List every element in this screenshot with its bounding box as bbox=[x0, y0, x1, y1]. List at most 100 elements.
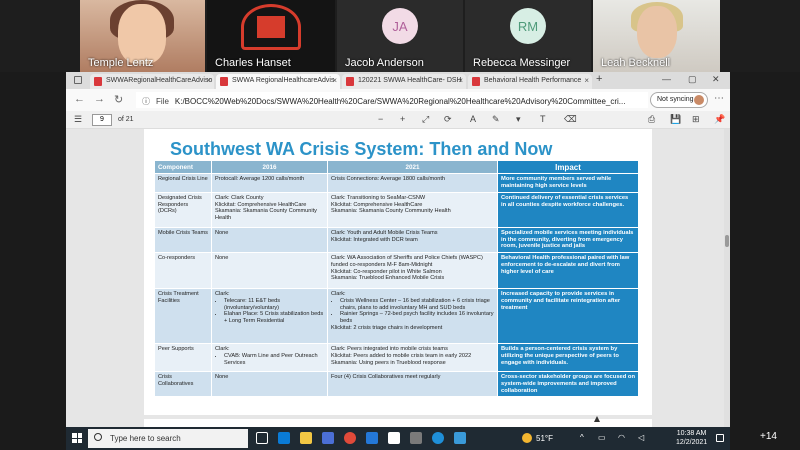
close-window-icon[interactable]: ✕ bbox=[712, 74, 720, 85]
cell-line: Protocall: Average 1200 calls/month bbox=[215, 176, 305, 182]
tab-label: SWWA RegionalHealthcareAdvis bbox=[232, 77, 335, 84]
add-text-icon[interactable]: T bbox=[540, 114, 546, 124]
cell-2021: Crisis Connections: Average 1800 calls/m… bbox=[327, 173, 498, 193]
cell-2016: None bbox=[211, 252, 328, 290]
browser-tab-active[interactable]: SWWA RegionalHealthcareAdvis × bbox=[216, 74, 340, 89]
edge-icon[interactable] bbox=[432, 432, 444, 444]
participant-tile[interactable]: RM Rebecca Messinger bbox=[465, 0, 591, 72]
sync-label: Not syncing bbox=[657, 96, 694, 103]
impact-cell: Specialized mobile services meeting indi… bbox=[497, 226, 639, 254]
cell-2016: Clark: Telecare: 11 E&T beds (involuntar… bbox=[211, 288, 328, 345]
new-tab-icon[interactable]: + bbox=[596, 73, 602, 85]
list-item: CVAB: Warm Line and Peer Outreach Servic… bbox=[224, 353, 324, 366]
participant-tile[interactable]: JA Jacob Anderson bbox=[337, 0, 463, 72]
url-field[interactable]: ⓘ File K:/BOCC%20Web%20Docs/SWWA%20Health%… bbox=[136, 92, 648, 108]
scrollbar[interactable] bbox=[724, 129, 730, 427]
avatar bbox=[694, 95, 704, 105]
edge-icon[interactable] bbox=[278, 432, 290, 444]
network-icon[interactable]: ▭ bbox=[598, 433, 606, 442]
participant-tile[interactable]: Leah Becknell bbox=[593, 0, 720, 72]
save-as-icon[interactable]: ⊞ bbox=[692, 114, 700, 125]
back-icon[interactable]: ← bbox=[74, 93, 85, 105]
profile-sync-button[interactable]: Not syncing bbox=[650, 92, 708, 108]
tray-chevron-icon[interactable]: ^ bbox=[580, 433, 584, 442]
fit-page-icon[interactable]: ⤢ bbox=[422, 114, 429, 125]
windows-start-icon[interactable] bbox=[72, 433, 82, 443]
app-icon[interactable] bbox=[454, 432, 466, 444]
pdf-viewer[interactable]: Southwest WA Crisis System: Then and Now… bbox=[66, 129, 730, 427]
cell-line: Clark: bbox=[331, 291, 346, 298]
file-explorer-icon[interactable] bbox=[300, 432, 312, 444]
draw-icon[interactable]: ✎ bbox=[492, 114, 500, 125]
pdf-toolbar: ☰ 9 of 21 − + ⤢ ⟳ A ✎ ▾ T ⌫ ⎙ 💾 ⊞ 📌 bbox=[66, 111, 730, 129]
forward-icon[interactable]: → bbox=[94, 93, 105, 105]
pdf-icon bbox=[346, 77, 354, 86]
cell-2016: Protocall: Average 1200 calls/month bbox=[211, 173, 328, 193]
cell-line: Clark: bbox=[215, 346, 230, 353]
page-number-input[interactable]: 9 bbox=[92, 114, 112, 126]
close-tab-icon[interactable]: × bbox=[584, 76, 589, 85]
close-tab-icon[interactable]: × bbox=[332, 76, 337, 85]
app-icon[interactable] bbox=[410, 432, 422, 444]
contents-icon[interactable]: ☰ bbox=[74, 114, 82, 125]
weather-temp[interactable]: 51°F bbox=[536, 434, 553, 443]
zoom-in-icon[interactable]: + bbox=[400, 114, 405, 124]
highlight-icon[interactable]: ▾ bbox=[516, 114, 521, 125]
close-tab-icon[interactable]: × bbox=[458, 76, 463, 85]
zoom-out-icon[interactable]: − bbox=[378, 114, 383, 124]
participant-name: Leah Becknell bbox=[601, 57, 671, 69]
overflow-participants[interactable]: +14 bbox=[760, 431, 777, 442]
outlook-icon[interactable] bbox=[366, 432, 378, 444]
impact-cell: More community members served while main… bbox=[497, 173, 639, 193]
cell-line: Clark: Clark County bbox=[215, 195, 264, 201]
participant-tile[interactable]: Temple Lentz bbox=[80, 0, 205, 72]
browser-tab[interactable]: 120221 SWWA HealthCare- DSH × bbox=[342, 74, 466, 89]
scrollbar-thumb[interactable] bbox=[725, 235, 729, 247]
save-icon[interactable]: 💾 bbox=[670, 114, 681, 125]
maximize-icon[interactable]: ▢ bbox=[688, 74, 697, 85]
component-cell: Crisis Treatment Facilities bbox=[154, 288, 212, 345]
table-row: Co-responders None Clark: WA Association… bbox=[154, 252, 639, 290]
print-icon[interactable]: ⎙ bbox=[648, 114, 655, 125]
tab-bar: SWWARegionalHealthCareAdviso × SWWA Regi… bbox=[66, 72, 730, 89]
cell-line: Klickitat: 2 crisis triage chairs in dev… bbox=[331, 324, 443, 331]
taskbar-search[interactable]: Type here to search bbox=[88, 429, 248, 448]
clock[interactable]: 10:38 AM 12/2/2021 bbox=[676, 429, 707, 447]
wifi-icon[interactable]: ◠ bbox=[618, 433, 625, 442]
participant-name: Charles Hanset bbox=[215, 57, 291, 69]
participant-face bbox=[118, 4, 166, 64]
volume-icon[interactable]: ◁ bbox=[638, 433, 644, 442]
task-view-icon[interactable] bbox=[256, 432, 268, 444]
component-cell: Co-responders bbox=[154, 252, 212, 290]
close-tab-icon[interactable]: × bbox=[206, 76, 211, 85]
minimize-icon[interactable]: — bbox=[662, 74, 671, 84]
erase-icon[interactable]: ⌫ bbox=[564, 114, 577, 125]
impact-cell: Continued delivery of essential crisis s… bbox=[497, 192, 639, 228]
component-cell: Designated Crisis Responders (DCRs) bbox=[154, 192, 212, 228]
app-icon[interactable] bbox=[388, 432, 400, 444]
cell-line: Klickitat: Integrated with DCR team bbox=[331, 236, 418, 243]
info-icon: ⓘ bbox=[142, 97, 150, 106]
address-bar-row: ← → ↻ ⓘ File K:/BOCC%20Web%20Docs/SWWA%20H… bbox=[66, 89, 730, 111]
more-icon[interactable]: ⋯ bbox=[714, 93, 724, 104]
cell-line: Clark: Youth and Adult Mobile Crisis Tea… bbox=[331, 230, 438, 236]
teams-icon[interactable] bbox=[322, 432, 334, 444]
taskbar: Type here to search 51°F ^ ▭ ◠ ◁ 10:38 A… bbox=[66, 427, 730, 450]
participant-tile[interactable]: Charles Hanset bbox=[207, 0, 335, 72]
table-row: Mobile Crisis Teams None Clark: Youth an… bbox=[154, 226, 639, 254]
workspaces-icon[interactable] bbox=[74, 76, 82, 84]
refresh-icon[interactable]: ↻ bbox=[114, 93, 123, 106]
cell-2021: Clark: WA Association of Sheriffs and Po… bbox=[327, 252, 498, 290]
notification-icon[interactable] bbox=[716, 434, 724, 442]
component-cell: Crisis Collaboratives bbox=[154, 371, 212, 398]
cell-line: Klickitat: Peers added to mobile crisis … bbox=[331, 352, 472, 359]
chrome-icon[interactable] bbox=[344, 432, 356, 444]
pin-icon[interactable]: 📌 bbox=[714, 114, 725, 125]
table-row: Designated Crisis Responders (DCRs) Clar… bbox=[154, 192, 639, 228]
read-aloud-icon[interactable]: A bbox=[470, 114, 476, 124]
url-text: K:/BOCC%20Web%20Docs/SWWA%20Health%20Car… bbox=[174, 97, 626, 106]
rotate-icon[interactable]: ⟳ bbox=[444, 114, 452, 125]
browser-tab[interactable]: Behavioral Health Performance × bbox=[468, 74, 592, 89]
table-row: Regional Crisis Line Protocall: Average … bbox=[154, 173, 639, 193]
browser-tab[interactable]: SWWARegionalHealthCareAdviso × bbox=[90, 74, 214, 89]
